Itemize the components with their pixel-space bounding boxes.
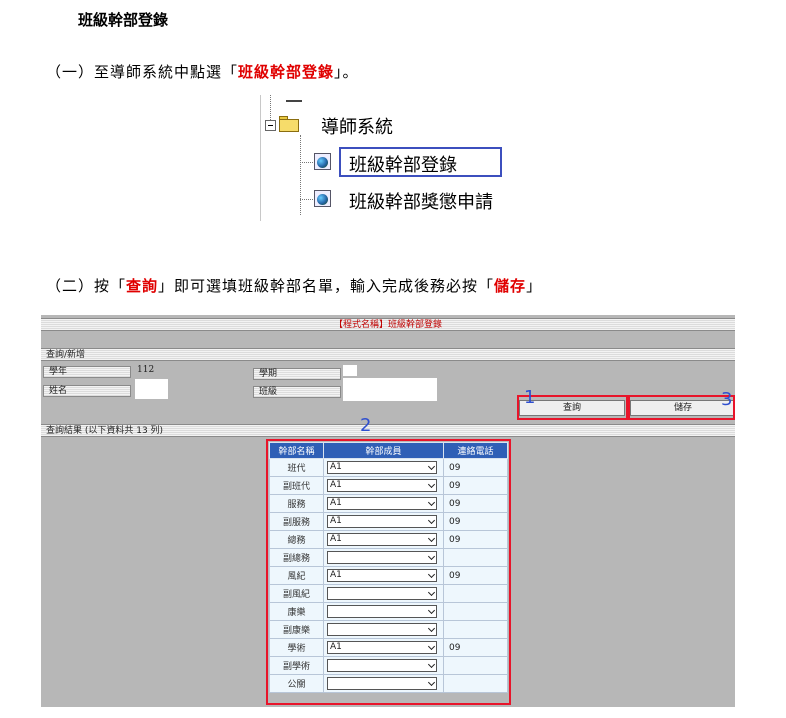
doc-heading: 班級幹部登錄 bbox=[78, 11, 169, 29]
year-value: 112 bbox=[137, 365, 155, 375]
officer-table-highlight bbox=[266, 439, 511, 705]
marker-3: 3 bbox=[721, 389, 733, 410]
save-button-highlight bbox=[628, 395, 735, 420]
tree-connector bbox=[270, 95, 271, 120]
step-1-prefix: （一）至導師系統中點選「 bbox=[46, 63, 239, 81]
step-2-middle: 」即可選填班級幹部名單，輸入完成後務必按「 bbox=[158, 277, 495, 295]
tree-connector bbox=[300, 162, 313, 163]
year-label: 學年 bbox=[43, 366, 131, 378]
step-1-highlight: 班級幹部登錄 bbox=[238, 63, 335, 81]
tree-top-item-stub bbox=[286, 100, 302, 102]
tree-border-line bbox=[260, 95, 261, 221]
step-2-highlight-query: 查詢 bbox=[126, 277, 159, 295]
step-1-suffix: 」。 bbox=[334, 63, 359, 81]
marker-2: 2 bbox=[360, 415, 372, 436]
program-title: 【程式名稱】班級幹部登錄 bbox=[333, 320, 442, 330]
class-officer-form-screenshot: 【程式名稱】班級幹部登錄 查詢/新增 學年 112 學期 姓名 班級 查詢 儲存… bbox=[41, 315, 735, 707]
class-input[interactable] bbox=[343, 378, 437, 401]
folder-open-icon bbox=[279, 116, 301, 132]
name-label: 姓名 bbox=[43, 385, 131, 397]
step-2-highlight-save: 儲存 bbox=[494, 277, 527, 295]
program-title-bar: 【程式名稱】班級幹部登錄 bbox=[41, 318, 735, 331]
tree-connector bbox=[300, 199, 313, 200]
tree-item-officer-reward-request[interactable]: 班級幹部獎懲申請 bbox=[349, 188, 493, 214]
marker-1: 1 bbox=[524, 387, 536, 408]
results-section-bar: 查詢結果 (以下資料共 13 列) bbox=[41, 424, 735, 437]
highlight-box bbox=[339, 147, 502, 177]
query-section-label: 查詢/新增 bbox=[46, 350, 86, 360]
web-page-icon bbox=[314, 190, 331, 207]
collapse-minus-icon[interactable] bbox=[265, 120, 276, 131]
query-section-bar: 查詢/新增 bbox=[41, 348, 735, 361]
step-1-instruction: （一）至導師系統中點選「班級幹部登錄」。 bbox=[46, 61, 359, 82]
step-2-prefix: （二）按「 bbox=[46, 277, 127, 295]
term-select[interactable] bbox=[343, 365, 357, 376]
web-page-icon bbox=[314, 153, 331, 170]
tree-folder-label[interactable]: 導師系統 bbox=[321, 113, 393, 139]
name-input[interactable] bbox=[135, 379, 168, 399]
results-count-label: 查詢結果 (以下資料共 13 列) bbox=[46, 426, 164, 436]
step-2-instruction: （二）按「查詢」即可選填班級幹部名單，輸入完成後務必按「儲存」 bbox=[46, 275, 542, 296]
teacher-system-tree: 導師系統 班級幹部登錄 班級幹部獎懲申請 bbox=[258, 95, 520, 221]
tree-connector bbox=[300, 135, 301, 215]
step-2-suffix: 」 bbox=[526, 277, 543, 295]
class-label: 班級 bbox=[253, 386, 341, 398]
term-label: 學期 bbox=[253, 368, 341, 380]
